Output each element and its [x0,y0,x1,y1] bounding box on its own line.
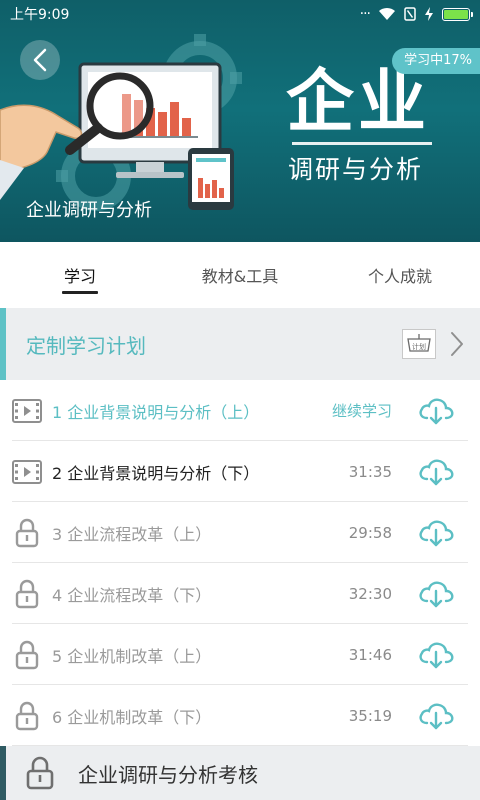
cloud-download-icon [419,398,454,424]
video-icon [12,457,42,487]
tab-achievements[interactable]: 个人成就 [320,242,480,308]
lesson-item-1[interactable]: 1 企业背景说明与分析（上） 继续学习 [0,380,480,441]
chevron-right-icon [451,332,463,356]
status-bar: 上午9:09 ··· [0,0,480,28]
wifi-icon [379,7,395,20]
lesson-title: 6 企业机制改革（下） [52,707,212,727]
tab-label: 教材&工具 [201,267,279,286]
accent-bar [0,308,6,380]
lesson-duration: 31:46 [348,645,392,664]
tab-label: 学习 [63,267,96,286]
lesson-duration: 29:58 [348,523,392,542]
back-button[interactable] [20,40,60,80]
tab-label: 个人成就 [367,267,432,286]
sim-icon [404,7,416,21]
more-dots-icon: ··· [359,6,371,22]
battery-icon [442,7,473,21]
lesson-duration: 32:30 [348,584,392,603]
lesson-item-6[interactable]: 6 企业机制改革（下） 35:19 [0,685,480,746]
download-button[interactable] [416,518,456,548]
lock-icon [12,701,42,731]
lesson-title: 4 企业流程改革（下） [52,585,212,605]
course-hero-banner: 上午9:09 ··· 学习中17% 企业 调研与分析 企业调研与分析 [0,0,480,242]
status-icons: ··· [359,6,473,22]
download-button[interactable] [416,701,456,731]
course-exam-row[interactable]: 企业调研与分析考核 [0,746,480,800]
plan-badge-icon: 计划 [402,329,436,359]
video-icon [12,396,42,426]
lesson-duration: 31:35 [348,462,392,481]
active-tab-indicator [62,291,98,294]
download-button[interactable] [416,457,456,487]
exam-label: 企业调研与分析考核 [78,762,258,787]
cloud-download-icon [419,581,454,607]
hero-big-title: 企业 [286,62,431,142]
lesson-item-5[interactable]: 5 企业机制改革（上） 31:46 [0,624,480,685]
continue-learning-link[interactable]: 继续学习 [332,400,392,421]
custom-study-plan-row[interactable]: 定制学习计划 计划 [0,308,480,380]
charging-icon [425,7,433,21]
tab-study[interactable]: 学习 [0,242,160,308]
hero-subtitle: 调研与分析 [288,155,424,184]
lesson-title: 3 企业流程改革（上） [52,524,212,544]
hero-title-divider [292,142,432,145]
lesson-item-3[interactable]: 3 企业流程改革（上） 29:58 [0,502,480,563]
lock-icon [12,518,42,548]
download-button[interactable] [416,579,456,609]
lesson-title: 1 企业背景说明与分析（上） [52,402,260,422]
lesson-duration: 35:19 [348,706,392,725]
lesson-item-2[interactable]: 2 企业背景说明与分析（下） 31:35 [0,441,480,502]
learning-progress-badge: 学习中17% [392,48,480,74]
plan-label: 定制学习计划 [26,333,146,358]
accent-bar [0,746,6,800]
lock-icon [24,755,56,791]
status-time: 上午9:09 [10,7,70,23]
lock-icon [12,640,42,670]
plan-badge-graphic: 计划 [407,334,431,352]
lesson-list: 1 企业背景说明与分析（上） 继续学习 2 企业背景说明与分析（下） 31:35… [0,380,480,746]
lock-icon [12,579,42,609]
chevron-left-icon [33,48,47,72]
download-button[interactable] [416,640,456,670]
cloud-download-icon [419,459,454,485]
course-tabs: 学习 教材&工具 个人成就 [0,242,480,308]
lesson-title: 5 企业机制改革（上） [52,646,212,666]
download-button[interactable] [416,396,456,426]
plan-badge-text: 计划 [412,342,426,351]
cloud-download-icon [419,520,454,546]
lesson-item-4[interactable]: 4 企业流程改革（下） 32:30 [0,563,480,624]
cloud-download-icon [419,642,454,668]
cloud-download-icon [419,703,454,729]
tab-materials-tools[interactable]: 教材&工具 [160,242,320,308]
course-title: 企业调研与分析 [26,200,152,221]
lesson-title: 2 企业背景说明与分析（下） [52,463,260,483]
